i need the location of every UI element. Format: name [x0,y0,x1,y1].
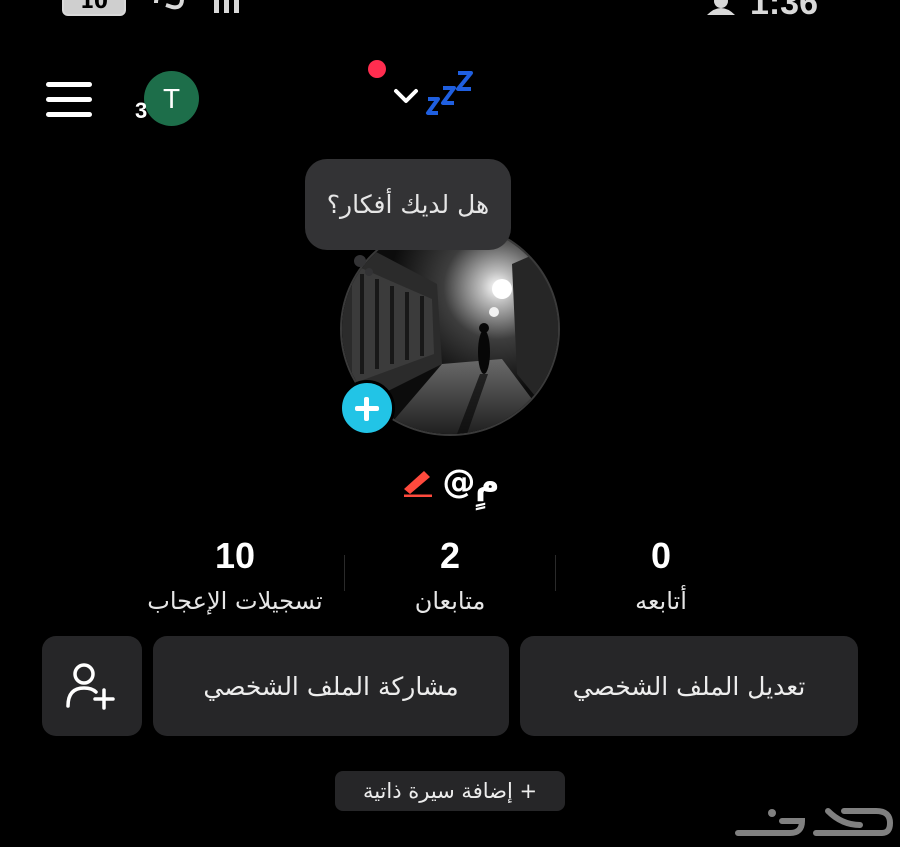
bubble-tail-dot [354,255,366,267]
friend-requests-count: 3 [135,98,148,123]
link-icon [154,0,184,10]
stat-followers[interactable]: 2 متابعان [350,535,550,615]
avatar[interactable]: T [144,71,199,126]
followers-count: 2 [439,535,461,576]
sleep-zzz-icon [426,71,473,115]
following-count: 0 [650,535,672,576]
edit-profile-button[interactable]: تعديل الملف الشخصي [520,636,858,736]
menu-icon[interactable] [44,80,94,118]
thoughts-bubble[interactable]: هل لديك أفكار؟ [305,159,511,250]
edit-profile-label: تعديل الملف الشخصي [572,671,806,701]
share-profile-button[interactable]: مشاركة الملف الشخصي [153,636,509,736]
stat-following[interactable]: 0 أتابعه [561,535,761,615]
chevron-down-icon[interactable] [391,84,421,106]
bubble-tail-dot [365,268,373,276]
likes-label: تسجيلات الإعجاب [147,587,323,615]
likes-count: 10 [214,535,256,576]
status-time: 1:36 [749,0,818,22]
add-bio-label: + إضافة سيرة ذاتية [362,779,538,803]
add-friend-button[interactable] [42,636,142,736]
stat-divider [555,555,556,591]
status-bar-left: 10 [62,0,246,16]
battery-icon: 10 [62,0,126,16]
stat-divider [344,555,345,591]
following-label: أتابعه [635,587,687,615]
stat-likes[interactable]: 10 تسجيلات الإعجاب [135,535,335,615]
username-row: @مٍ [0,462,900,501]
add-photo-button[interactable] [339,380,395,436]
thoughts-bubble-text: هل لديك أفكار؟ [326,190,490,219]
notification-dot [368,60,386,78]
username: @مٍ [442,462,500,501]
add-person-icon [66,663,115,710]
add-bio-button[interactable]: + إضافة سيرة ذاتية [335,771,565,811]
pencil-icon[interactable] [400,467,436,497]
avatar-initial: T [162,82,181,114]
status-bar-right: 1:36 [706,0,818,23]
haraj-watermark-logo [735,808,894,836]
person-icon [706,0,735,15]
followers-label: متابعان [414,587,486,615]
signal-icon [214,0,239,13]
share-profile-label: مشاركة الملف الشخصي [203,671,459,701]
